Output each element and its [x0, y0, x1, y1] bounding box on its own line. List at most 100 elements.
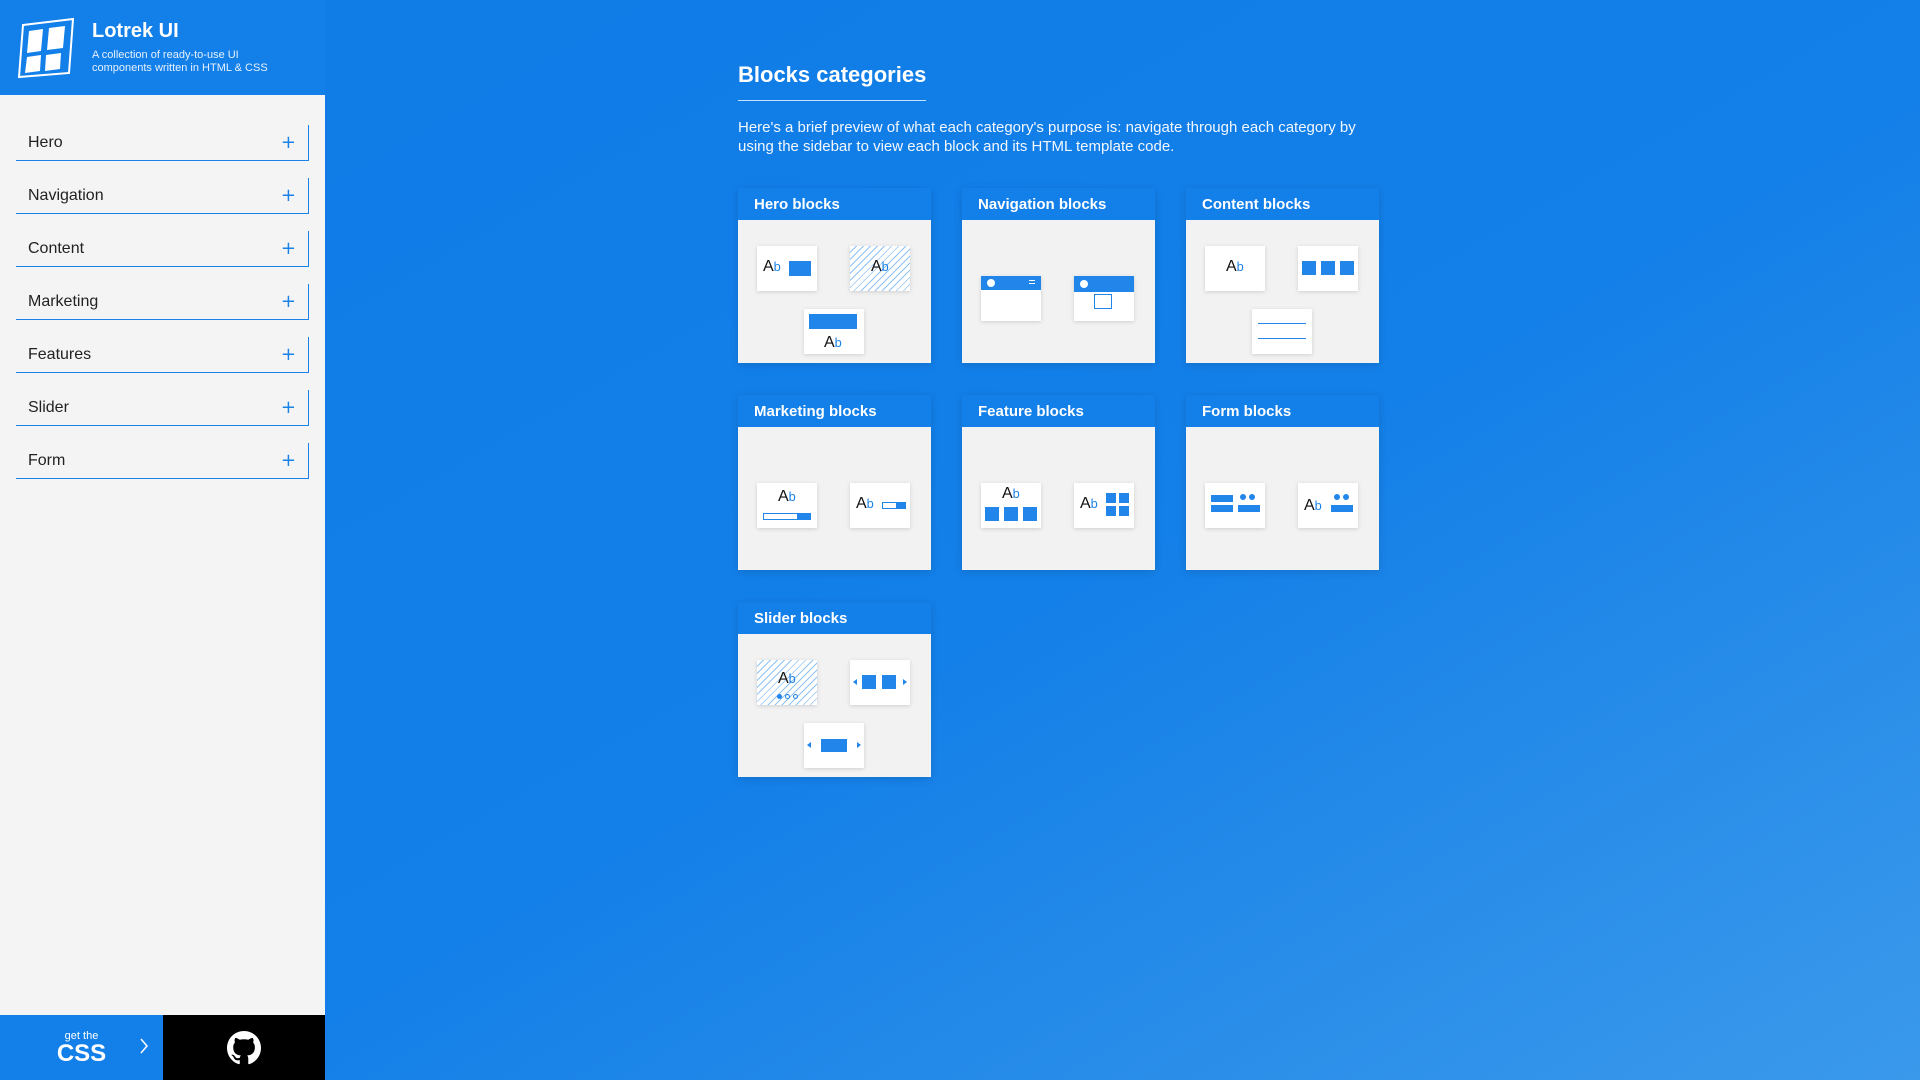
nav-thumb-dropdown — [1074, 276, 1134, 321]
card-preview: Ab Ab — [738, 427, 931, 570]
text-glyph-icon: Ab — [763, 258, 781, 275]
card-title: Marketing blocks — [738, 395, 931, 427]
card-title: Navigation blocks — [962, 188, 1155, 220]
accordion-row-icon — [1258, 323, 1306, 324]
feature-tile-icon — [1106, 493, 1116, 503]
column-icon — [1321, 261, 1335, 275]
sidebar: Lotrek UI A collection of ready-to-use U… — [0, 0, 325, 1080]
text-glyph-icon: Ab — [1002, 485, 1020, 502]
sidebar-item-label: Marketing — [28, 292, 99, 310]
card-title: Feature blocks — [962, 395, 1155, 427]
slider-thumb-cards — [850, 660, 910, 705]
sidebar-item-navigation[interactable]: Navigation + — [16, 178, 309, 214]
hero-thumb-stacked: Ab — [804, 309, 864, 354]
card-title: Hero blocks — [738, 188, 931, 220]
brand-header[interactable]: Lotrek UI A collection of ready-to-use U… — [0, 0, 325, 95]
arrow-left-icon — [807, 742, 811, 748]
plus-icon: + — [280, 132, 296, 153]
sidebar-item-marketing[interactable]: Marketing + — [16, 284, 309, 320]
card-preview: Ab — [1186, 427, 1379, 570]
brand-title: Lotrek UI — [92, 19, 179, 42]
dropdown-panel-icon — [1094, 294, 1112, 309]
arrow-left-icon — [853, 679, 857, 685]
nav-thumb-bar — [981, 276, 1041, 321]
marketing-thumb-stacked: Ab — [757, 483, 817, 528]
plus-icon: + — [280, 185, 296, 206]
arrow-right-icon — [903, 679, 907, 685]
marketing-thumb-inline: Ab — [850, 483, 910, 528]
lotrek-logo-icon — [17, 17, 75, 78]
column-icon — [1340, 261, 1354, 275]
feature-thumb-row: Ab — [981, 483, 1041, 528]
plus-icon: + — [280, 344, 296, 365]
form-field-icon — [1211, 505, 1233, 512]
plus-icon: + — [280, 397, 296, 418]
card-preview: Ab Ab Ab — [738, 220, 931, 363]
sidebar-item-label: Content — [28, 239, 85, 257]
form-thumb-inline: Ab — [1298, 483, 1358, 528]
card-hero-blocks[interactable]: Hero blocks Ab Ab Ab — [738, 188, 931, 363]
feature-tile-icon — [1004, 507, 1018, 521]
plus-icon: + — [280, 291, 296, 312]
feature-tile-icon — [1106, 506, 1116, 516]
card-title: Content blocks — [1186, 188, 1379, 220]
card-navigation-blocks[interactable]: Navigation blocks — [962, 188, 1155, 363]
card-marketing-blocks[interactable]: Marketing blocks Ab Ab — [738, 395, 931, 570]
sidebar-footer: get the CSS — [0, 1015, 325, 1080]
get-css-button[interactable]: get the CSS — [0, 1015, 163, 1080]
slide-card-icon — [882, 675, 896, 689]
content-thumb-accordion — [1252, 309, 1312, 354]
card-preview: Ab — [1186, 220, 1379, 363]
image-block-icon — [809, 314, 857, 329]
feature-tile-icon — [1119, 506, 1129, 516]
category-grid: Hero blocks Ab Ab Ab Navigation blocks C… — [738, 188, 1388, 788]
slider-thumb-single — [804, 723, 864, 768]
text-glyph-icon: Ab — [856, 495, 874, 512]
sidebar-item-form[interactable]: Form + — [16, 443, 309, 479]
sidebar-item-slider[interactable]: Slider + — [16, 390, 309, 426]
logo-dot-icon — [1080, 280, 1088, 288]
text-glyph-icon: Ab — [778, 670, 796, 687]
submit-button-icon — [896, 502, 906, 509]
github-icon — [227, 1030, 261, 1064]
text-glyph-icon: Ab — [1080, 495, 1098, 512]
hero-thumb-background: Ab — [850, 246, 910, 291]
feature-tile-icon — [1119, 493, 1129, 503]
text-glyph-icon: Ab — [778, 488, 796, 505]
card-title: Slider blocks — [738, 602, 931, 634]
card-content-blocks[interactable]: Content blocks Ab — [1186, 188, 1379, 363]
text-glyph-icon: Ab — [824, 334, 842, 351]
card-title: Form blocks — [1186, 395, 1379, 427]
sidebar-item-label: Slider — [28, 398, 69, 416]
radio-icon — [1334, 494, 1340, 500]
radio-icon — [1240, 494, 1246, 500]
sidebar-item-hero[interactable]: Hero + — [16, 125, 309, 161]
content-thumb-columns — [1298, 246, 1358, 291]
image-block-icon — [789, 261, 811, 276]
accordion-row-icon — [1258, 338, 1306, 339]
brand-text: Lotrek UI A collection of ready-to-use U… — [92, 20, 292, 75]
text-glyph-icon: Ab — [871, 258, 889, 275]
card-feature-blocks[interactable]: Feature blocks Ab Ab — [962, 395, 1155, 570]
plus-icon: + — [280, 238, 296, 259]
feature-thumb-grid: Ab — [1074, 483, 1134, 528]
hero-thumb-split: Ab — [757, 246, 817, 291]
slide-card-icon — [862, 675, 876, 689]
card-slider-blocks[interactable]: Slider blocks Ab — [738, 602, 931, 777]
card-preview: Ab Ab — [962, 427, 1155, 570]
radio-icon — [1249, 494, 1255, 500]
text-glyph-icon: Ab — [1226, 258, 1244, 275]
form-thumb-fields — [1205, 483, 1265, 528]
submit-button-icon — [1238, 505, 1260, 512]
plus-icon: + — [280, 450, 296, 471]
sidebar-item-features[interactable]: Features + — [16, 337, 309, 373]
page-title: Blocks categories — [738, 62, 927, 101]
sidebar-item-content[interactable]: Content + — [16, 231, 309, 267]
sidebar-item-label: Features — [28, 345, 92, 363]
card-form-blocks[interactable]: Form blocks Ab — [1186, 395, 1379, 570]
card-preview: Ab — [738, 634, 931, 777]
github-button[interactable] — [163, 1015, 325, 1080]
feature-tile-icon — [985, 507, 999, 521]
page-description: Here's a brief preview of what each cate… — [738, 119, 1356, 155]
chevron-right-icon — [140, 1038, 148, 1054]
